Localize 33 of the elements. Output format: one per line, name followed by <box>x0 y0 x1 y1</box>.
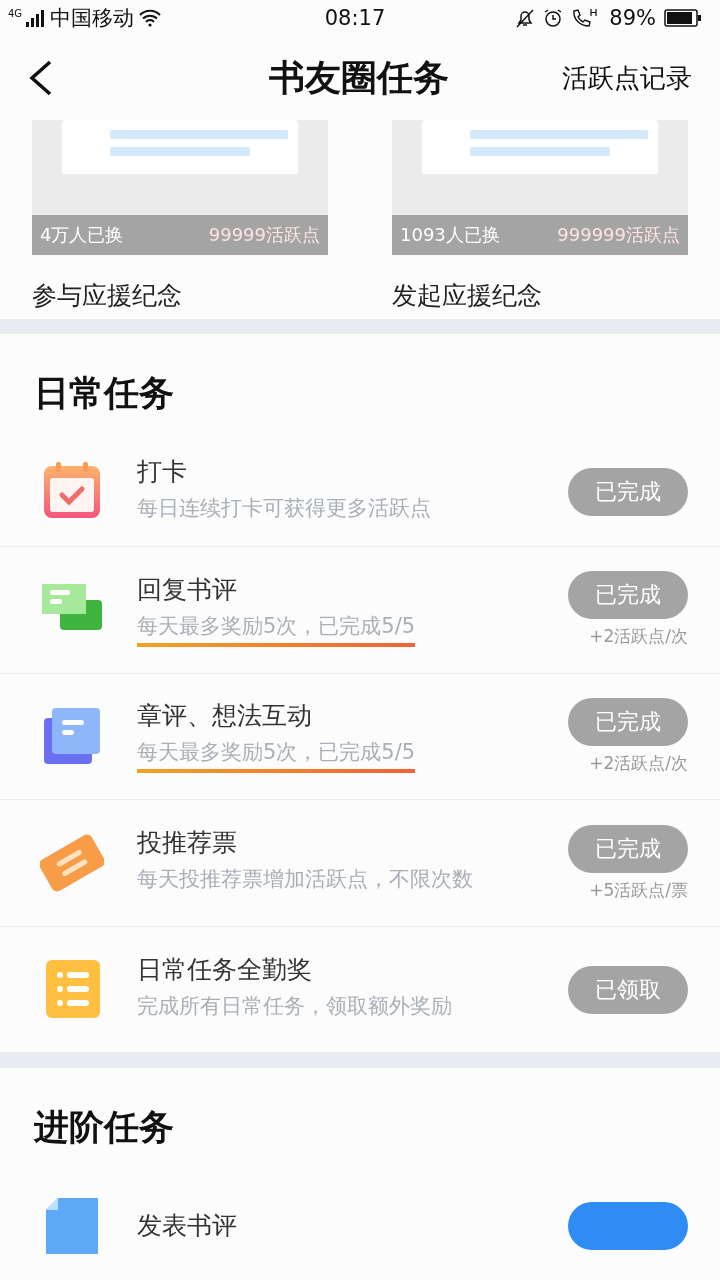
task-description: 每天最多奖励5次，已完成5/5 <box>137 738 416 774</box>
reward-name: 发起应援纪念 <box>392 280 543 312</box>
alarm-icon <box>543 8 564 29</box>
task-title: 投推荐票 <box>137 827 238 860</box>
reward-price: 999999活跃点 <box>557 223 680 247</box>
section-title: 日常任务 <box>33 371 175 416</box>
battery-percent: 89% <box>609 6 656 31</box>
task-description: 每日连续打卡可获得更多活跃点 <box>137 494 431 522</box>
task-description: 完成所有日常任务，领取额外奖励 <box>137 992 452 1020</box>
task-description: 每天投推荐票增加活跃点，不限次数 <box>137 866 473 894</box>
reward-name: 参与应援纪念 <box>32 280 183 312</box>
task-title: 打卡 <box>137 455 188 488</box>
task-title: 章评、想法互动 <box>137 700 313 733</box>
task-title: 回复书评 <box>137 573 238 606</box>
task-reward: +5活跃点/票 <box>589 878 688 902</box>
network-type: 4G <box>8 8 23 20</box>
bell-off-icon <box>515 8 536 29</box>
wifi-icon <box>138 9 163 28</box>
clock: 08:17 <box>324 6 386 31</box>
task-title: 日常任务全勤奖 <box>137 953 313 986</box>
task-reward: +2活跃点/次 <box>589 751 688 775</box>
reward-price: 99999活跃点 <box>208 223 320 247</box>
task-reward: +2活跃点/次 <box>589 625 688 649</box>
signal-icon <box>26 9 47 28</box>
activity-record-link[interactable]: 活跃点记录 <box>562 60 692 96</box>
task-title: 发表书评 <box>137 1210 238 1243</box>
page-title: 书友圈任务 <box>269 54 449 100</box>
task-button[interactable] <box>568 1201 688 1250</box>
exchange-count: 4万人已换 <box>40 223 124 247</box>
battery-icon <box>664 9 702 28</box>
section-title: 进阶任务 <box>32 1105 175 1150</box>
exchange-count: 1093人已换 <box>400 223 500 247</box>
carrier: 中国移动 <box>50 5 135 33</box>
